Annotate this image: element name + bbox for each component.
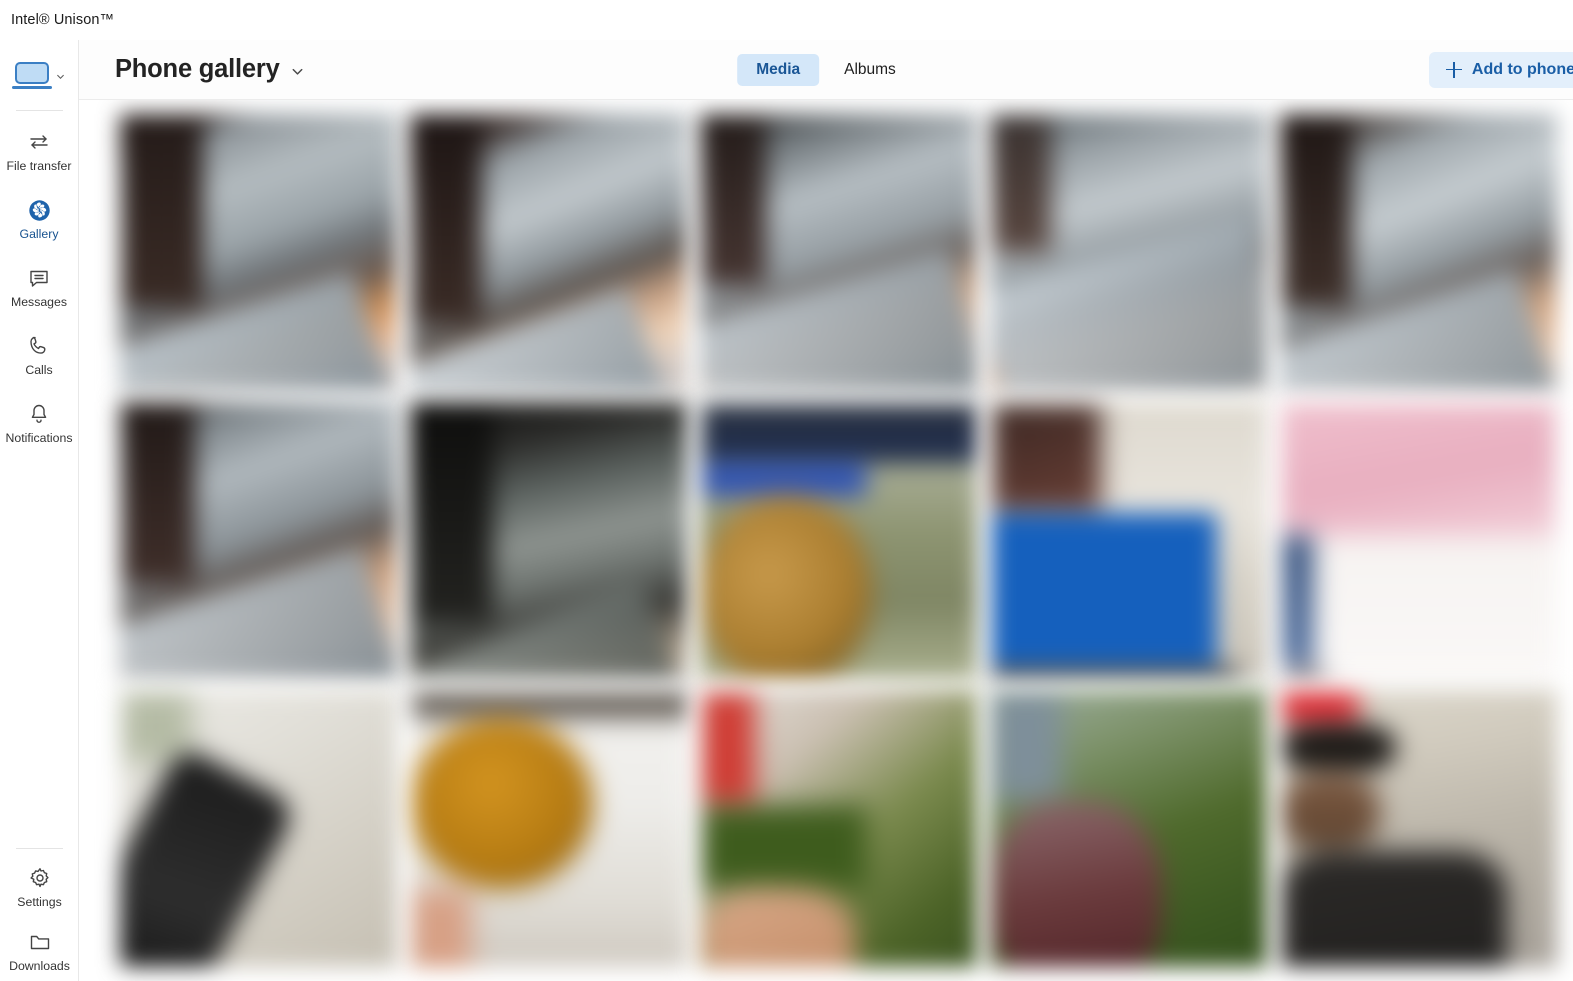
main-content: Phone gallery Media Albums Add to phone [79, 40, 1573, 981]
sidebar-bottom-divider [16, 848, 63, 849]
photo-tile[interactable] [1280, 402, 1557, 679]
sidebar-item-label: Notifications [5, 431, 73, 445]
gear-icon [27, 865, 53, 891]
photo-tile[interactable] [410, 690, 687, 967]
tab-albums[interactable]: Albums [825, 54, 915, 86]
photo-tile[interactable] [120, 114, 397, 391]
photo-tile[interactable] [700, 402, 977, 679]
photo-grid [79, 100, 1573, 981]
sidebar: File transfer Gallery Messages Calls Not… [0, 40, 79, 981]
device-selector-button[interactable] [5, 54, 73, 98]
sidebar-item-label: Messages [10, 295, 68, 309]
app-title: Intel® Unison™ [11, 12, 115, 28]
photo-tile[interactable] [120, 690, 397, 967]
photo-tile[interactable] [700, 690, 977, 967]
sidebar-item-file-transfer[interactable]: File transfer [0, 117, 79, 185]
photo-tile[interactable] [700, 114, 977, 391]
notifications-bell-icon [26, 401, 52, 427]
file-transfer-icon [26, 129, 52, 155]
laptop-icon [12, 61, 52, 91]
add-to-phone-label: Add to phone [1471, 60, 1573, 78]
folder-icon [27, 929, 53, 955]
page-title-dropdown[interactable]: Phone gallery [115, 55, 305, 84]
sidebar-item-label: Calls [25, 363, 53, 377]
page-title: Phone gallery [115, 55, 280, 83]
sidebar-item-label: Settings [17, 895, 62, 909]
add-to-phone-button[interactable]: Add to phone [1428, 51, 1573, 88]
sidebar-item-messages[interactable]: Messages [0, 253, 79, 321]
chevron-down-icon [292, 68, 303, 75]
sidebar-item-settings[interactable]: Settings [0, 853, 79, 921]
sidebar-item-label: File transfer [6, 159, 72, 173]
photo-tile[interactable] [990, 402, 1267, 679]
photo-tile[interactable] [1280, 690, 1557, 967]
sidebar-item-label: Gallery [19, 227, 59, 241]
gallery-aperture-icon [26, 197, 52, 223]
tab-media[interactable]: Media [737, 53, 820, 86]
photo-tile[interactable] [120, 402, 397, 679]
photo-tile[interactable] [990, 114, 1267, 391]
view-tabs: Media Albums [737, 53, 915, 86]
calls-icon [26, 333, 52, 359]
gallery-header: Phone gallery Media Albums Add to phone [79, 40, 1573, 100]
sidebar-bottom-group: Settings Downloads [0, 848, 79, 981]
window-titlebar: Intel® Unison™ [0, 0, 1573, 40]
photo-tile[interactable] [410, 114, 687, 391]
photo-tile[interactable] [990, 690, 1267, 967]
plus-icon [1445, 61, 1462, 78]
sidebar-item-notifications[interactable]: Notifications [0, 389, 79, 457]
photo-tile[interactable] [410, 402, 687, 679]
messages-icon [26, 265, 52, 291]
photo-tile[interactable] [1280, 114, 1557, 391]
sidebar-item-downloads[interactable]: Downloads [0, 921, 79, 981]
sidebar-item-calls[interactable]: Calls [0, 321, 79, 389]
sidebar-divider [15, 110, 63, 111]
sidebar-item-gallery[interactable]: Gallery [0, 185, 79, 253]
app-shell: File transfer Gallery Messages Calls Not… [0, 40, 1573, 981]
chevron-down-icon [57, 74, 64, 79]
sidebar-item-label: Downloads [9, 959, 70, 973]
